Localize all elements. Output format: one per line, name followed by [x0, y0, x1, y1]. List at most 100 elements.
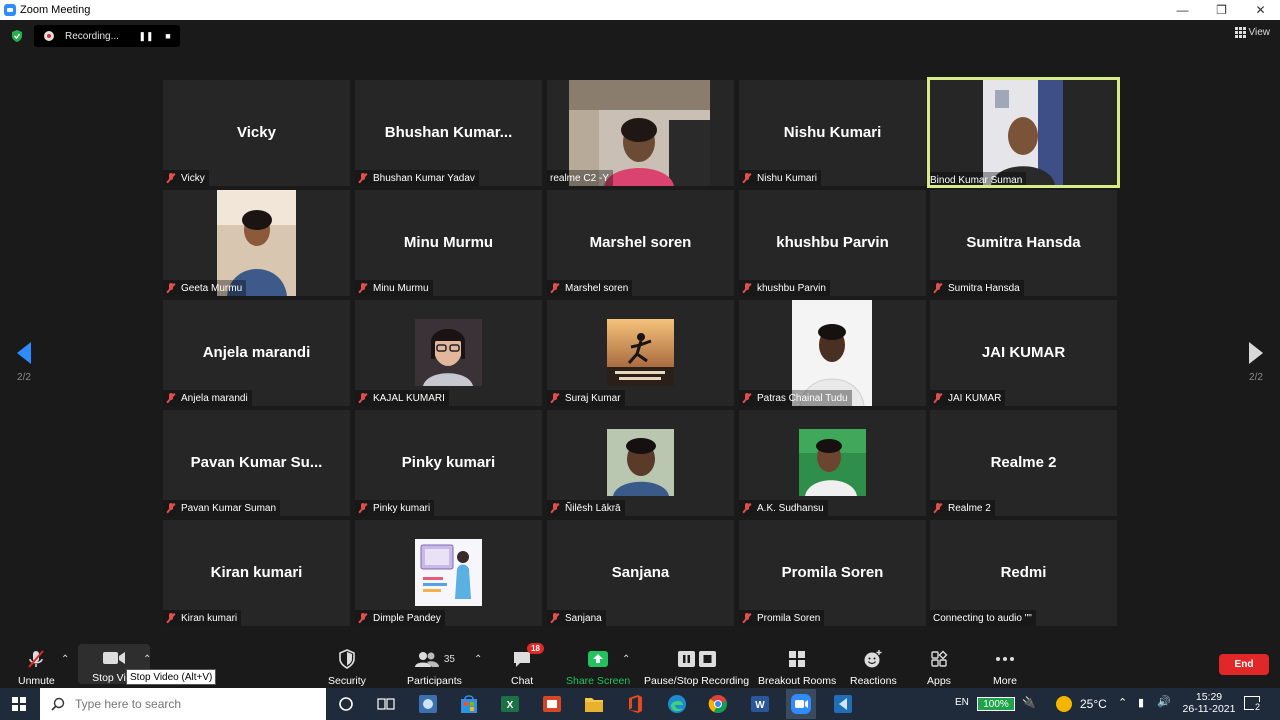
- video-options-caret-icon[interactable]: ⌃: [143, 654, 151, 665]
- security-button[interactable]: Security: [328, 648, 366, 687]
- task-view-icon[interactable]: [375, 693, 397, 715]
- chevron-up-icon[interactable]: ⌃: [1118, 696, 1127, 709]
- participant-tile[interactable]: Suraj Kumar: [547, 300, 734, 406]
- participant-tile[interactable]: Nishu Kumari Nishu Kumari: [739, 80, 926, 186]
- participant-big-name: Pinky kumari: [401, 454, 496, 471]
- close-button[interactable]: ✕: [1241, 0, 1280, 20]
- participant-label: khushbu Parvin: [739, 280, 830, 296]
- previous-page-button[interactable]: 2/2: [9, 342, 39, 383]
- participant-tile[interactable]: Marshel soren Marshel soren: [547, 190, 734, 296]
- temperature[interactable]: 25°C: [1080, 697, 1107, 711]
- participants-button[interactable]: 35 Participants: [407, 648, 462, 687]
- participant-tile[interactable]: Ñilēsh Lākrā: [547, 410, 734, 516]
- unmute-label: Unmute: [18, 675, 55, 687]
- zoom-taskbar-icon[interactable]: [786, 689, 816, 719]
- clock[interactable]: 15:29 26-11-2021: [1180, 691, 1238, 715]
- participant-label: Pinky kumari: [355, 500, 435, 516]
- active-speaker-tile[interactable]: Binod Kumar Suman: [927, 77, 1120, 188]
- participant-tile[interactable]: Minu Murmu Minu Murmu: [355, 190, 542, 296]
- participant-label: Geeta Murmu: [163, 280, 247, 296]
- stop-recording-icon[interactable]: ■: [157, 31, 179, 41]
- participant-tile[interactable]: Patras Chainal Tudu: [739, 300, 926, 406]
- word-icon[interactable]: W: [749, 693, 771, 715]
- share-screen-button[interactable]: Share Screen: [566, 648, 630, 687]
- chrome-icon[interactable]: [707, 693, 729, 715]
- muted-mic-icon: [742, 393, 752, 403]
- participant-tile[interactable]: A.K. Sudhansu: [739, 410, 926, 516]
- vscode-icon[interactable]: [832, 693, 854, 715]
- cortana-icon[interactable]: [335, 693, 357, 715]
- participant-label: Vicky: [163, 170, 209, 186]
- taskbar-search-box[interactable]: [40, 688, 326, 720]
- participant-tile[interactable]: Dimple Pandey: [355, 520, 542, 626]
- participant-tile[interactable]: Geeta Murmu: [163, 190, 350, 296]
- profile-picture: [607, 429, 674, 496]
- participant-tile[interactable]: Pinky kumari Pinky kumari: [355, 410, 542, 516]
- photo-app-icon[interactable]: [417, 693, 439, 715]
- apps-label: Apps: [927, 675, 951, 687]
- participant-tile[interactable]: Vicky Vicky: [163, 80, 350, 186]
- participant-tile[interactable]: Promila Soren Promila Soren: [739, 520, 926, 626]
- participant-label: A.K. Sudhansu: [739, 500, 828, 516]
- excel-icon[interactable]: X: [499, 693, 521, 715]
- maximize-button[interactable]: ❐: [1202, 0, 1241, 20]
- pause-stop-recording-button[interactable]: Pause/Stop Recording: [644, 648, 749, 687]
- participant-name: Sanjana: [565, 612, 602, 624]
- participant-tile[interactable]: KAJAL KUMARI: [355, 300, 542, 406]
- participant-tile[interactable]: Realme 2 Realme 2: [930, 410, 1117, 516]
- participant-tile[interactable]: JAI KUMAR JAI KUMAR: [930, 300, 1117, 406]
- profile-picture: [607, 319, 674, 386]
- share-options-caret-icon[interactable]: ⌃: [622, 654, 630, 665]
- security-label: Security: [328, 675, 366, 687]
- participant-tile[interactable]: Pavan Kumar Su... Pavan Kumar Suman: [163, 410, 350, 516]
- minimize-button[interactable]: —: [1163, 0, 1202, 20]
- unmute-button[interactable]: Unmute: [18, 648, 55, 687]
- pause-stop-recording-label: Pause/Stop Recording: [644, 675, 750, 687]
- participant-tile[interactable]: Bhushan Kumar... Bhushan Kumar Yadav: [355, 80, 542, 186]
- participant-tile[interactable]: Kiran kumari Kiran kumari: [163, 520, 350, 626]
- stop-video-label: Stop Vi: [92, 672, 126, 684]
- muted-mic-icon: [166, 283, 176, 293]
- participant-tile[interactable]: khushbu Parvin khushbu Parvin: [739, 190, 926, 296]
- reactions-smiley-icon: [863, 648, 883, 670]
- reactions-button[interactable]: Reactions: [850, 648, 897, 687]
- audio-options-caret-icon[interactable]: ⌃: [61, 654, 69, 665]
- more-button[interactable]: More: [993, 648, 1017, 687]
- edge-browser-icon[interactable]: [666, 693, 688, 715]
- weather-sun-icon[interactable]: [1056, 696, 1072, 712]
- file-explorer-icon[interactable]: [583, 693, 605, 715]
- view-button[interactable]: View: [1234, 27, 1270, 38]
- clock-time: 15:29: [1195, 691, 1223, 703]
- breakout-rooms-button[interactable]: Breakout Rooms: [758, 648, 836, 687]
- encryption-shield-icon[interactable]: [10, 29, 24, 43]
- participant-label: Bhushan Kumar Yadav: [355, 170, 479, 186]
- presentation-app-icon[interactable]: [541, 693, 563, 715]
- language-indicator[interactable]: EN: [955, 697, 969, 708]
- participant-tile[interactable]: realme C2 -Y: [547, 80, 734, 186]
- office-icon[interactable]: [624, 693, 646, 715]
- volume-icon[interactable]: 🔊: [1157, 695, 1171, 708]
- breakout-rooms-icon: [788, 648, 806, 670]
- windows-start-icon[interactable]: [12, 697, 26, 711]
- record-icon: [44, 31, 54, 41]
- next-page-button[interactable]: 2/2: [1241, 342, 1271, 383]
- store-icon[interactable]: [458, 693, 480, 715]
- participant-tile[interactable]: Anjela marandi Anjela marandi: [163, 300, 350, 406]
- apps-button[interactable]: Apps: [927, 648, 951, 687]
- participant-name: Suraj Kumar: [565, 392, 621, 404]
- participant-tile[interactable]: Sanjana Sanjana: [547, 520, 734, 626]
- windows-taskbar: X W EN 100% 🔌 25°C ⌃ ▮ 🔊 15:29 26-11-202…: [0, 688, 1280, 720]
- search-input[interactable]: [75, 697, 305, 711]
- participant-label: Binod Kumar Suman: [930, 172, 1027, 185]
- participant-tile[interactable]: Sumitra Hansda Sumitra Hansda: [930, 190, 1117, 296]
- muted-mic-icon: [550, 503, 560, 513]
- battery-tray-icon[interactable]: ▮: [1138, 696, 1144, 709]
- participants-caret-icon[interactable]: ⌃: [474, 654, 482, 665]
- battery-indicator[interactable]: 100%: [977, 697, 1015, 711]
- participant-label: Connecting to audio "": [930, 610, 1036, 626]
- muted-mic-icon: [550, 613, 560, 623]
- end-meeting-button[interactable]: End: [1219, 654, 1269, 675]
- participant-tile[interactable]: Redmi Connecting to audio "": [930, 520, 1117, 626]
- pause-recording-icon[interactable]: ❚❚: [135, 31, 157, 42]
- chat-button[interactable]: 18 Chat: [511, 643, 544, 687]
